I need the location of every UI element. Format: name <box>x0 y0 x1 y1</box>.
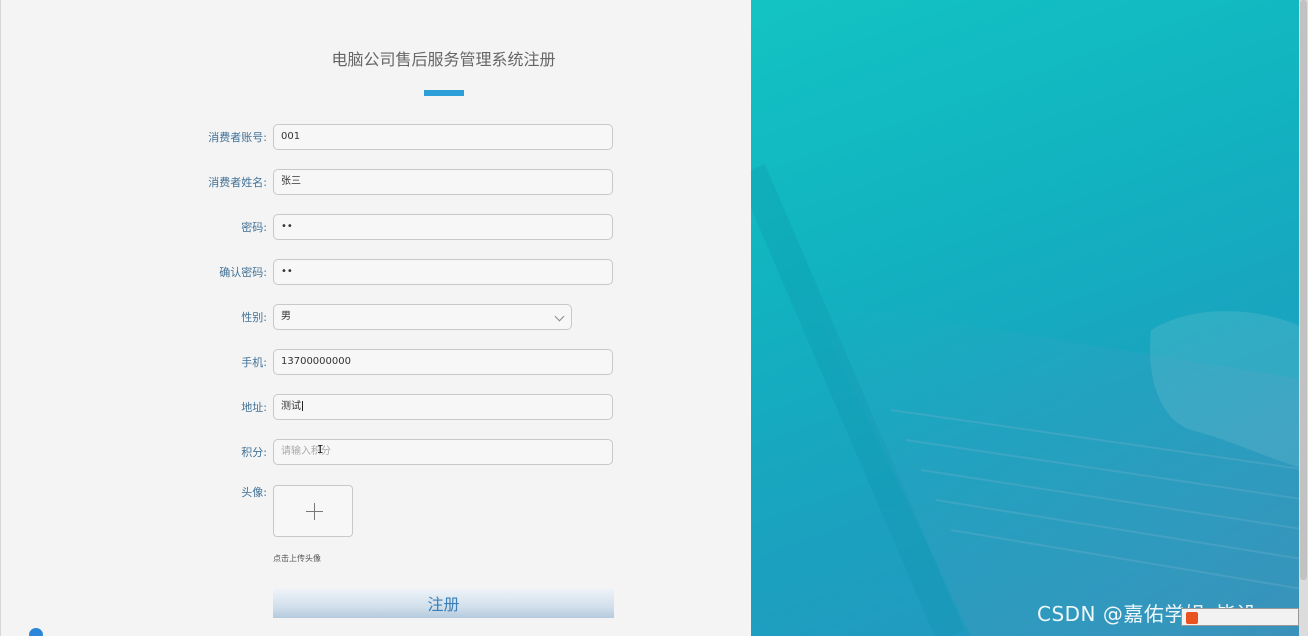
points-input[interactable]: 请输入积分 <box>273 439 613 465</box>
points-label: 积分: <box>241 446 267 459</box>
register-button[interactable]: 注册 <box>273 589 614 618</box>
confirm-password-label: 确认密码: <box>219 266 267 279</box>
name-label: 消费者姓名: <box>208 176 267 189</box>
account-input[interactable]: 001 <box>273 124 613 150</box>
avatar-label: 头像: <box>241 486 267 499</box>
phone-input[interactable]: 13700000000 <box>273 349 613 375</box>
register-page: 电脑公司售后服务管理系统注册 消费者账号: 001 消费者姓名: 张三 密码: … <box>0 0 1308 636</box>
register-form-panel: 电脑公司售后服务管理系统注册 消费者账号: 001 消费者姓名: 张三 密码: … <box>0 0 751 636</box>
phone-label: 手机: <box>241 356 267 369</box>
avatar-upload-hint: 点击上传头像 <box>273 554 321 563</box>
ime-toolbar[interactable] <box>1181 608 1299 626</box>
avatar-upload-button[interactable] <box>273 485 353 537</box>
confirm-password-input[interactable]: •• <box>273 259 613 285</box>
account-label: 消费者账号: <box>208 131 267 144</box>
address-label: 地址: <box>241 401 267 414</box>
gender-label: 性别: <box>241 311 267 324</box>
chevron-down-icon <box>554 311 565 322</box>
ime-logo-icon <box>1186 611 1198 624</box>
password-label: 密码: <box>241 221 267 234</box>
address-value: 测试 <box>281 401 301 412</box>
text-cursor-icon: I <box>317 443 324 456</box>
address-input[interactable]: 测试 <box>273 394 613 420</box>
floating-widget-icon[interactable] <box>29 628 43 636</box>
gender-select[interactable]: 男 <box>273 304 572 330</box>
gender-selected-value: 男 <box>281 311 291 322</box>
vertical-scrollbar[interactable] <box>1299 0 1308 636</box>
laptop-illustration <box>751 164 1308 636</box>
text-caret <box>302 401 303 411</box>
scrollbar-thumb[interactable] <box>1300 0 1307 580</box>
password-input[interactable]: •• <box>273 214 613 240</box>
title-underline <box>424 90 464 96</box>
background-image-panel: CSDN @嘉佑学姐_毕设 <box>751 0 1308 636</box>
name-input[interactable]: 张三 <box>273 169 613 195</box>
